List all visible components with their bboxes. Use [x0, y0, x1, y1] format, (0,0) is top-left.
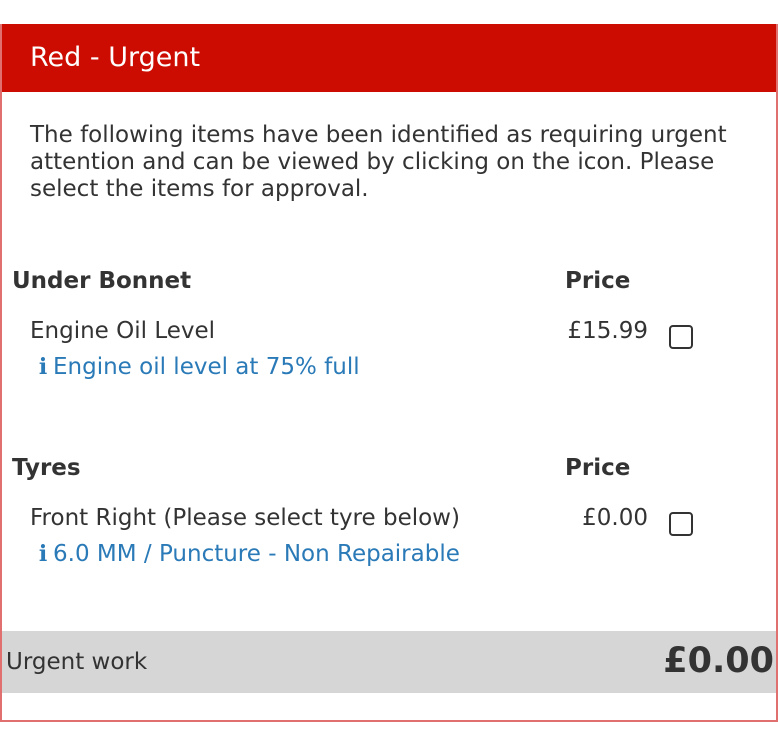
- item-name-front-right: Front Right (Please select tyre below): [30, 505, 460, 531]
- panel-title: Red - Urgent: [30, 42, 201, 73]
- item-price-engine-oil-level: £15.99: [567, 318, 648, 344]
- urgent-panel: Red - Urgent The following items have be…: [0, 24, 778, 722]
- item-price-front-right: £0.00: [582, 505, 648, 531]
- panel-header: Red - Urgent: [2, 24, 776, 92]
- item-info-link-front-right[interactable]: i 6.0 MM / Puncture - Non Repairable: [38, 541, 460, 567]
- item-info-text: Engine oil level at 75% full: [53, 354, 360, 380]
- total-value: £0.00: [663, 641, 774, 681]
- approve-checkbox-front-right[interactable]: [669, 512, 693, 536]
- total-bar: Urgent work £0.00: [2, 631, 776, 693]
- total-label: Urgent work: [6, 649, 148, 675]
- approve-checkbox-engine-oil-level[interactable]: [669, 325, 693, 349]
- item-info-text: 6.0 MM / Puncture - Non Repairable: [53, 541, 460, 567]
- price-column-header: Price: [565, 455, 631, 481]
- item-name-engine-oil-level: Engine Oil Level: [30, 318, 216, 344]
- price-column-header: Price: [565, 268, 631, 294]
- item-info-link-engine-oil-level[interactable]: i Engine oil level at 75% full: [38, 354, 360, 380]
- section-title-under-bonnet: Under Bonnet: [12, 268, 192, 294]
- intro-text: The following items have been identified…: [30, 122, 727, 202]
- info-icon: i: [38, 541, 48, 567]
- section-title-tyres: Tyres: [12, 455, 81, 481]
- info-icon: i: [38, 354, 48, 380]
